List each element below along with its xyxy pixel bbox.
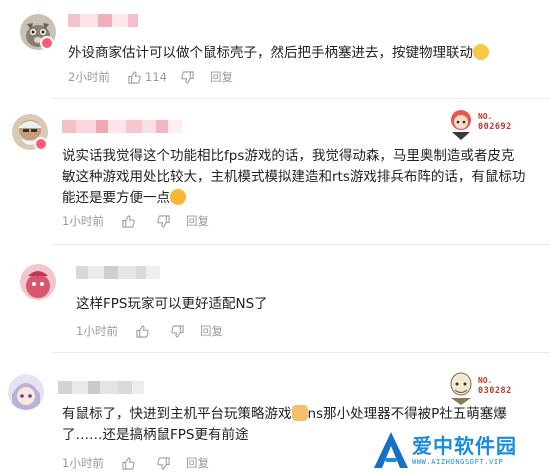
watermark-subtitle: WWW.AIZHONGSOFT.VIP (412, 458, 504, 466)
badge-prefix: NO. (478, 376, 493, 385)
surprised-face-icon (170, 189, 186, 205)
badge-number: 002692 (478, 122, 512, 132)
pondering-face-icon (473, 44, 489, 60)
fan-badge: NO. 030282 (446, 370, 524, 406)
comment-divider (52, 352, 550, 353)
comment-text: 这样FPS玩家可以更好适配NS了 (76, 296, 268, 312)
like-button[interactable] (122, 214, 135, 228)
like-button[interactable] (122, 456, 135, 470)
username-obscured (68, 14, 138, 27)
dislike-button[interactable] (157, 214, 170, 228)
like-count: 114 (145, 70, 167, 84)
a-logo-icon (374, 432, 408, 468)
avatar-pink-icon[interactable] (20, 264, 56, 300)
thumb-up-icon (136, 324, 149, 338)
reply-button[interactable]: 回复 (210, 69, 233, 85)
thumb-up-icon (128, 70, 141, 84)
like-button[interactable]: 114 (128, 70, 181, 84)
badge-prefix: NO. (478, 112, 493, 121)
thumb-down-icon (181, 70, 194, 84)
comment-time: 1小时前 (76, 324, 118, 338)
dislike-button[interactable] (171, 324, 184, 338)
comment-time: 1小时前 (62, 456, 104, 470)
username-obscured (62, 120, 182, 133)
badge-character-icon (450, 372, 472, 405)
thumb-up-icon (122, 214, 135, 228)
reply-button[interactable]: 回复 (186, 213, 209, 229)
username-obscured (76, 266, 160, 279)
thumb-down-icon (157, 456, 170, 470)
comment-meta: 1小时前 回复 (76, 323, 223, 339)
comment-item: 外设商家估计可以做个鼠标壳子，然后把手柄塞进去，按键物理联动 2小时前 114 … (0, 0, 550, 90)
username-obscured (58, 381, 144, 394)
dislike-button[interactable] (181, 70, 194, 84)
comment-meta: 1小时前 回复 (62, 455, 209, 471)
like-button[interactable] (136, 324, 149, 338)
watermark-title: 爱中软件园 (412, 434, 517, 458)
thumb-up-icon (122, 456, 135, 470)
cat-face-icon (291, 405, 308, 421)
reply-button[interactable]: 回复 (186, 455, 209, 471)
comment-divider (52, 244, 550, 245)
thumb-down-icon (171, 324, 184, 338)
badge-number: 030282 (478, 386, 512, 396)
avatar-decoration-icon (40, 36, 54, 50)
avatar-anime-girl-icon[interactable] (8, 374, 44, 410)
comment-divider (52, 98, 550, 99)
site-watermark: 爱中软件园 WWW.AIZHONGSOFT.VIP (372, 428, 550, 472)
thumb-down-icon (157, 214, 170, 228)
comment-time: 1小时前 (62, 214, 104, 228)
comment-text: 说实话我觉得这个功能相比fps游戏的话，我觉得动森，马里奥制造或者皮克 敏这种游… (62, 148, 526, 206)
badge-character-icon (451, 110, 471, 140)
comment-meta: 2小时前 114 回复 (68, 69, 233, 85)
comment-text: 外设商家估计可以做个鼠标壳子，然后把手柄塞进去，按键物理联动 (68, 43, 489, 64)
fan-badge: NO. 002692 (446, 106, 524, 142)
reply-button[interactable]: 回复 (200, 323, 223, 339)
dislike-button[interactable] (157, 456, 170, 470)
comment-time: 2小时前 (68, 70, 110, 84)
avatar-decoration-icon (34, 137, 48, 151)
comment-meta: 1小时前 回复 (62, 213, 209, 229)
